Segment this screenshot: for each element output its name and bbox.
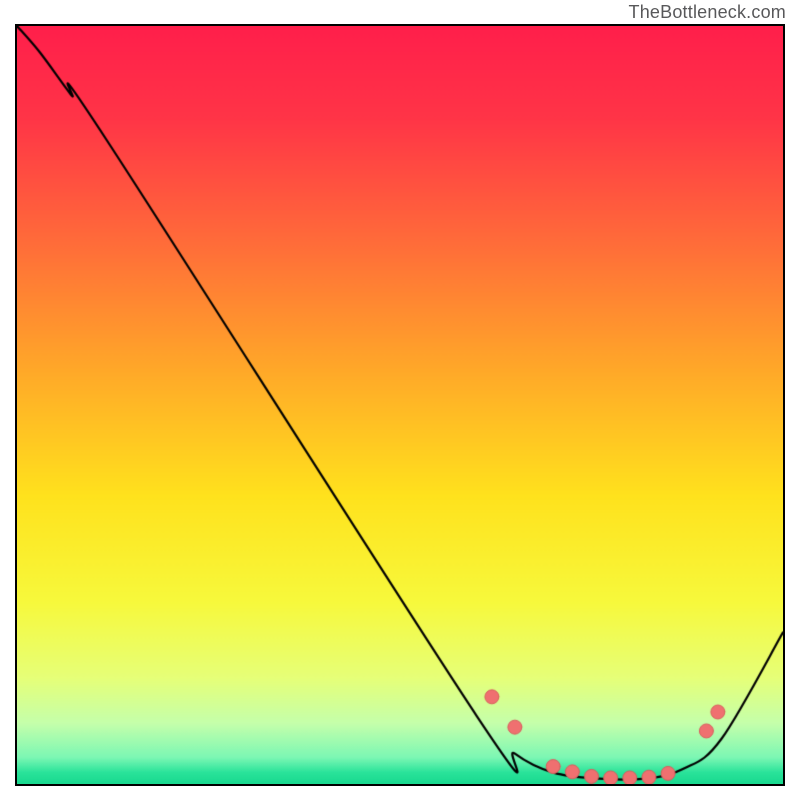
- plot-area: [15, 24, 785, 786]
- chart-frame: TheBottleneck.com: [0, 0, 800, 800]
- background-gradient: [17, 26, 783, 784]
- attribution-label: TheBottleneck.com: [629, 2, 786, 23]
